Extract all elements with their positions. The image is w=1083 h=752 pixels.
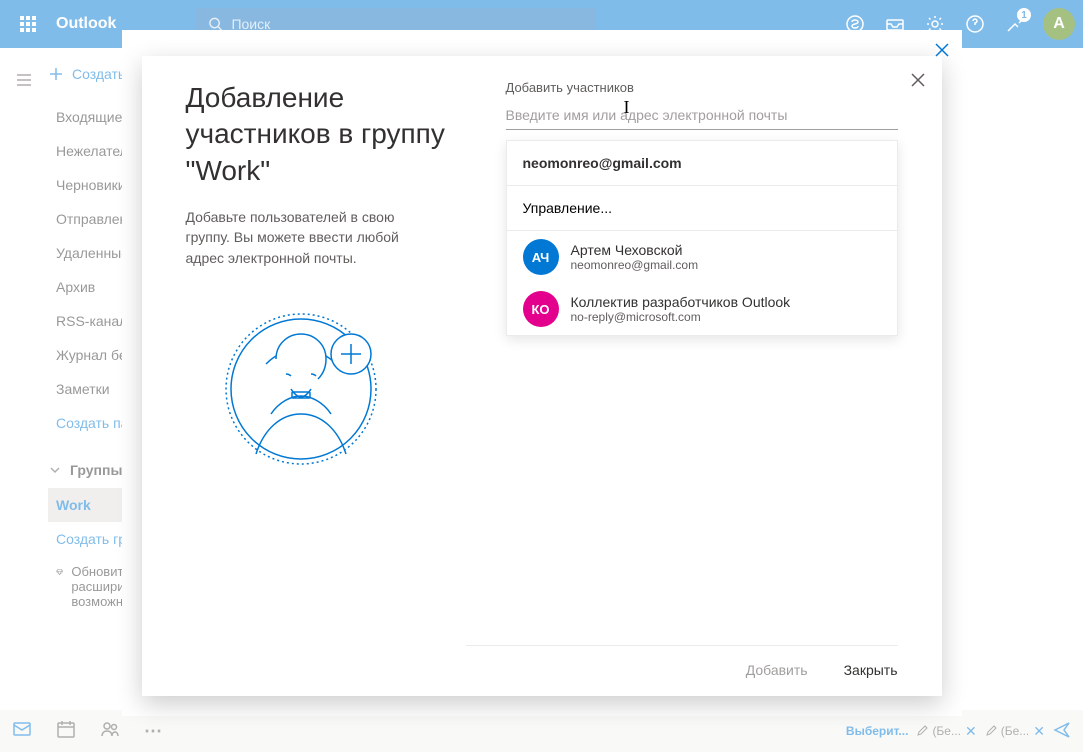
manage-link[interactable]: Управление... [507, 186, 897, 230]
person-avatar: АЧ [523, 239, 559, 275]
person-avatar: КО [523, 291, 559, 327]
outer-close-icon[interactable] [934, 42, 950, 63]
person-name: Артем Чеховской [571, 242, 699, 258]
add-person-illustration [216, 304, 386, 474]
person-email: neomonreo@gmail.com [571, 258, 699, 272]
close-button[interactable]: Закрыть [844, 662, 898, 678]
person-email: no-reply@microsoft.com [571, 310, 791, 324]
suggestion-person[interactable]: КО Коллектив разработчиков Outlook no-re… [507, 283, 897, 335]
modal-outer: Добавление участников в группу "Work" До… [122, 30, 962, 716]
suggestions-dropdown: neomonreo@gmail.com Управление... АЧ Арт… [506, 140, 898, 336]
modal-title: Добавление участников в группу "Work" [186, 80, 466, 189]
modal-overlay: Добавление участников в группу "Work" До… [0, 0, 1083, 752]
suggestion-email[interactable]: neomonreo@gmail.com [507, 141, 897, 185]
modal-description: Добавьте пользователей в свою группу. Вы… [186, 207, 426, 268]
members-input[interactable] [506, 101, 898, 130]
close-icon[interactable] [910, 72, 926, 93]
modal-footer: Добавить Закрыть [466, 645, 898, 678]
add-members-modal: Добавление участников в группу "Work" До… [142, 56, 942, 696]
person-name: Коллектив разработчиков Outlook [571, 294, 791, 310]
field-label: Добавить участников [506, 80, 898, 95]
suggestion-person[interactable]: АЧ Артем Чеховской neomonreo@gmail.com [507, 231, 897, 283]
add-button[interactable]: Добавить [746, 662, 808, 678]
